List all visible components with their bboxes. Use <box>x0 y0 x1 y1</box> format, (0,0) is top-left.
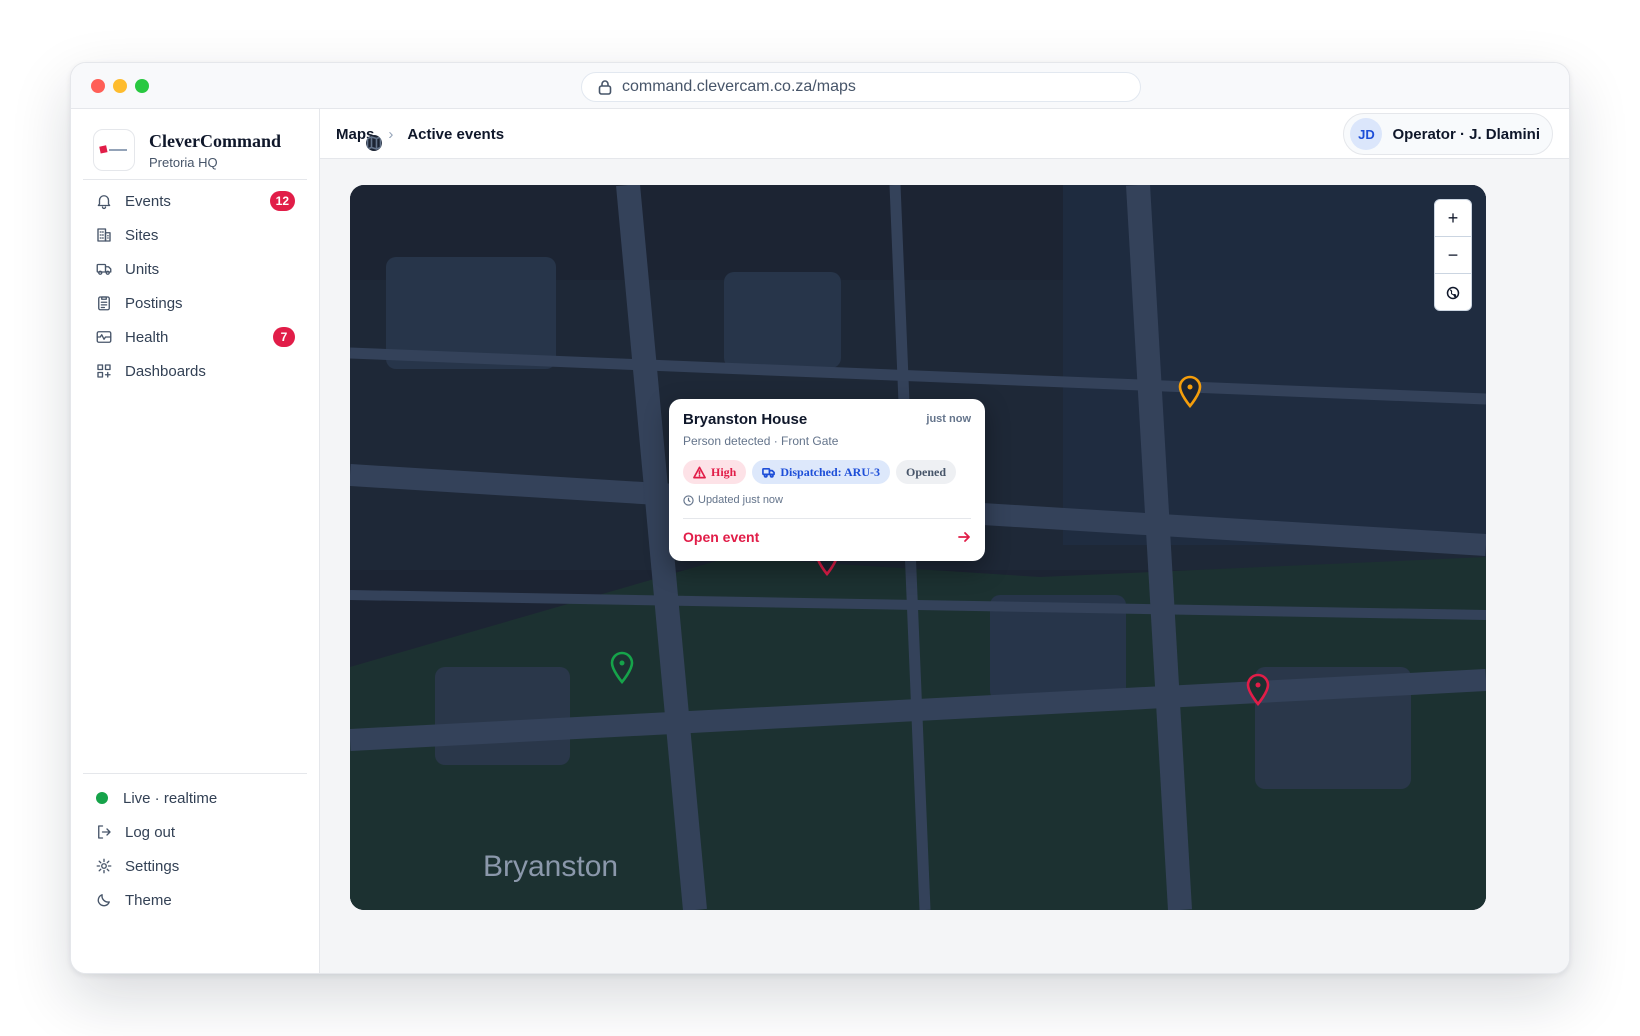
truck-icon <box>96 263 112 275</box>
brand-logo <box>93 129 135 171</box>
title-bar: command.clevercam.co.za/maps <box>71 63 1569 109</box>
zoom-in-button[interactable]: + <box>1435 200 1471 237</box>
breadcrumb: Maps › Active events <box>336 109 504 159</box>
bell-icon <box>97 195 111 210</box>
updated-label: Updated just now <box>698 494 783 506</box>
address-bar[interactable]: command.clevercam.co.za/maps <box>581 72 1141 102</box>
browser-window: command.clevercam.co.za/maps CleverComma… <box>70 62 1570 974</box>
event-description: Person detected · Front Gate <box>683 434 839 448</box>
event-popup: Bryanston House just now Person detected… <box>669 399 985 561</box>
close-window-button[interactable] <box>91 79 105 93</box>
logout-icon <box>98 825 111 839</box>
maximize-window-button[interactable] <box>135 79 149 93</box>
logout-label: Log out <box>125 823 176 841</box>
sidebar-item-postings[interactable]: Postings <box>83 286 307 320</box>
sidebar-item-sites[interactable]: Sites <box>83 218 307 252</box>
globe-button[interactable] <box>1435 274 1471 310</box>
lock-icon <box>598 80 612 95</box>
live-indicator <box>96 792 108 804</box>
status-chip: Opened <box>896 460 957 484</box>
sidebar-divider <box>83 179 307 180</box>
popup-divider <box>683 518 971 519</box>
live-status: Live · realtime <box>83 781 307 815</box>
clipboard-icon <box>98 296 110 311</box>
theme-toggle[interactable]: Theme <box>83 883 307 917</box>
globe-icon <box>1446 286 1460 299</box>
truck-icon <box>762 467 776 478</box>
minimize-window-button[interactable] <box>113 79 127 93</box>
event-marker-warning[interactable] <box>1176 375 1204 409</box>
events-count-badge: 12 <box>269 191 295 211</box>
main-nav: Events 12 Sites Units Postings Health 7 <box>83 184 307 388</box>
top-bar: Maps › Active events JD Operator · J. Dl… <box>320 109 1569 159</box>
event-time: just now <box>926 413 971 425</box>
severity-chip: High <box>683 460 747 484</box>
sidebar-item-units[interactable]: Units <box>83 252 307 286</box>
event-marker-alert[interactable] <box>1244 673 1272 707</box>
gear-icon <box>96 858 112 874</box>
brand-location: Pretoria HQ <box>149 154 218 170</box>
logout-button[interactable]: Log out <box>83 815 307 849</box>
map-area-label: Bryanston <box>483 850 619 883</box>
arrow-right-icon <box>958 532 970 542</box>
building-icon <box>97 228 111 242</box>
severity-label: High <box>711 464 737 479</box>
breadcrumb-current: Active events <box>407 125 505 143</box>
sidebar-item-label: Postings <box>125 294 183 312</box>
operator-menu[interactable]: JD Operator · J. Dlamini <box>1343 113 1553 155</box>
dispatch-label: Dispatched: ARU-3 <box>780 464 881 479</box>
updated-row: Updated just now <box>683 494 971 506</box>
zoom-out-button[interactable]: − <box>1435 237 1471 274</box>
url-text: command.clevercam.co.za/maps <box>622 78 856 95</box>
clock-icon <box>683 494 694 506</box>
operator-name: Operator · J. Dlamini <box>1392 125 1540 143</box>
health-count-badge: 7 <box>273 327 295 347</box>
sidebar-item-label: Sites <box>125 226 159 244</box>
sidebar-item-dashboards[interactable]: Dashboards <box>83 354 307 388</box>
event-marker-ok[interactable] <box>608 651 636 685</box>
sidebar-item-label: Events <box>125 192 171 210</box>
live-status-label: Live · realtime <box>123 789 218 807</box>
map-view[interactable]: Bryanston + − Bryanston House just now P… <box>350 185 1486 910</box>
chevron-right-icon: › <box>388 125 394 143</box>
avatar: JD <box>1350 118 1383 150</box>
sidebar-footer: Live · realtime Log out Settings Theme <box>83 781 307 917</box>
event-chips: High Dispatched: ARU-3 Opened <box>683 460 971 484</box>
open-event-label: Open event <box>683 529 760 545</box>
map-icon <box>366 135 382 151</box>
map-controls: + − <box>1434 199 1472 311</box>
settings-label: Settings <box>125 857 180 875</box>
sidebar-item-label: Dashboards <box>125 362 206 380</box>
sidebar-item-events[interactable]: Events 12 <box>83 184 307 218</box>
sidebar: CleverCommand Pretoria HQ Events 12 Site… <box>71 109 320 973</box>
brand-name: CleverCommand <box>149 130 281 151</box>
open-event-link[interactable]: Open event <box>683 529 971 545</box>
settings-button[interactable]: Settings <box>83 849 307 883</box>
alert-triangle-icon <box>693 466 706 478</box>
sidebar-footer-divider <box>83 773 307 774</box>
sidebar-item-label: Health <box>125 328 169 346</box>
moon-icon <box>97 894 110 907</box>
sidebar-item-health[interactable]: Health 7 <box>83 320 307 354</box>
sidebar-item-label: Units <box>125 260 160 278</box>
dispatch-chip: Dispatched: ARU-3 <box>752 460 891 484</box>
theme-label: Theme <box>125 891 172 909</box>
grid-plus-icon <box>97 364 111 378</box>
pulse-icon <box>96 331 112 343</box>
main-content: Bryanston + − Bryanston House just now P… <box>320 159 1569 973</box>
brand[interactable]: CleverCommand Pretoria HQ <box>93 129 281 171</box>
